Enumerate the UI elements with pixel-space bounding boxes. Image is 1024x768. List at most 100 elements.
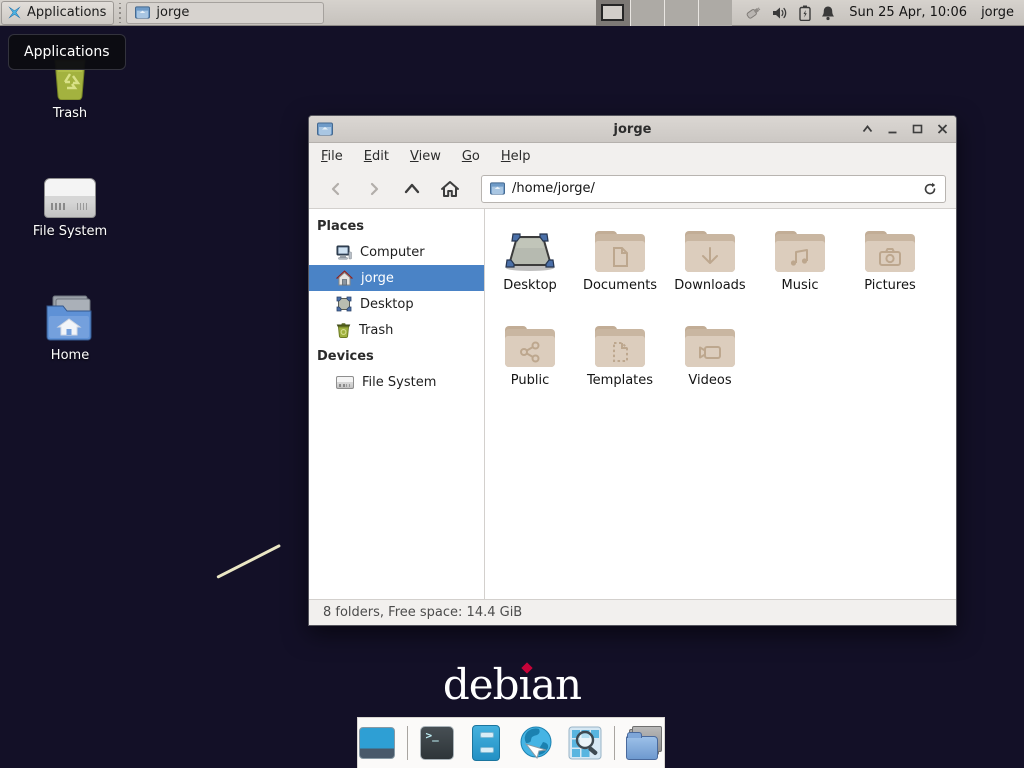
trash-icon bbox=[336, 322, 351, 338]
forward-button[interactable] bbox=[357, 174, 391, 204]
menu-go[interactable]: Go bbox=[462, 149, 480, 164]
workspace-switcher[interactable] bbox=[596, 0, 732, 26]
sidebar-section-places: Places bbox=[309, 213, 484, 239]
taskbar-window-button[interactable]: jorge bbox=[126, 2, 324, 24]
statusbar: 8 folders, Free space: 14.4 GiB bbox=[309, 599, 956, 625]
workspace-2[interactable] bbox=[630, 0, 664, 26]
menu-edit[interactable]: Edit bbox=[364, 149, 389, 164]
shade-button[interactable] bbox=[862, 124, 873, 134]
sidebar-item-desktop[interactable]: Desktop bbox=[309, 291, 484, 317]
desktop-icon-label: Home bbox=[51, 348, 89, 363]
dock-item-file-manager[interactable] bbox=[467, 723, 506, 763]
logo-text: deb bbox=[443, 660, 519, 709]
menu-help[interactable]: Help bbox=[501, 149, 531, 164]
applications-menu-label: Applications bbox=[27, 5, 106, 20]
workspace-1[interactable] bbox=[596, 0, 630, 26]
location-bar[interactable] bbox=[481, 175, 946, 203]
taskbar-window-label: jorge bbox=[156, 5, 189, 20]
logo-i: ı bbox=[519, 660, 531, 709]
notifications-icon[interactable] bbox=[821, 5, 835, 21]
window-icon bbox=[317, 122, 333, 136]
volume-icon[interactable] bbox=[772, 6, 789, 20]
minimize-button[interactable] bbox=[887, 124, 898, 134]
show-desktop-icon bbox=[359, 727, 395, 759]
dock-item-application-finder[interactable] bbox=[565, 723, 604, 763]
window-title: jorge bbox=[309, 122, 956, 137]
close-button[interactable] bbox=[937, 124, 948, 134]
statusbar-text: 8 folders, Free space: 14.4 GiB bbox=[323, 605, 522, 620]
folder-item-pictures[interactable]: Pictures bbox=[845, 223, 935, 318]
sidebar-item-label: Computer bbox=[360, 245, 425, 260]
network-icon[interactable] bbox=[744, 5, 762, 21]
system-tray bbox=[744, 5, 835, 21]
drive-icon bbox=[44, 162, 96, 218]
sidebar-item-file-system[interactable]: File System bbox=[309, 369, 484, 395]
desktop-icon-file-system[interactable]: File System bbox=[18, 162, 122, 239]
dock-separator bbox=[407, 726, 408, 760]
home-button[interactable] bbox=[433, 174, 467, 204]
folder-item-documents[interactable]: Documents bbox=[575, 223, 665, 318]
logo-text: an bbox=[531, 660, 581, 709]
folder-item-desktop[interactable]: Desktop bbox=[485, 223, 575, 318]
clock[interactable]: Sun 25 Apr, 10:06 bbox=[849, 5, 967, 20]
home-folder-icon bbox=[43, 286, 97, 342]
workspace-window-preview bbox=[601, 4, 624, 21]
sidebar-item-jorge[interactable]: jorge bbox=[309, 265, 484, 291]
music-notes-glyph bbox=[788, 245, 812, 269]
top-panel: Applications jorge Sun 25 Apr, 10:06 jor… bbox=[0, 0, 1024, 26]
sidebar-item-label: jorge bbox=[361, 271, 394, 286]
folder-label: Downloads bbox=[674, 278, 745, 293]
username[interactable]: jorge bbox=[981, 5, 1014, 20]
back-button[interactable] bbox=[319, 174, 353, 204]
dock: >_ bbox=[357, 717, 665, 768]
maximize-button[interactable] bbox=[912, 124, 923, 134]
workspace-3[interactable] bbox=[664, 0, 698, 26]
desktop-icon-home[interactable]: Home bbox=[18, 286, 122, 363]
folder-label: Desktop bbox=[503, 278, 557, 293]
dock-item-terminal[interactable]: >_ bbox=[418, 723, 457, 763]
folder-label: Documents bbox=[583, 278, 657, 293]
dock-item-web-browser[interactable] bbox=[516, 723, 555, 763]
folder-icon bbox=[684, 231, 736, 273]
dock-item-show-desktop[interactable] bbox=[358, 723, 397, 763]
cursor-trail-line bbox=[216, 544, 281, 579]
share-glyph bbox=[518, 340, 542, 364]
application-finder-icon bbox=[567, 725, 603, 761]
folder-item-videos[interactable]: Videos bbox=[665, 318, 755, 413]
battery-icon[interactable] bbox=[799, 5, 811, 21]
folder-icon bbox=[135, 6, 150, 19]
folder-item-templates[interactable]: Templates bbox=[575, 318, 665, 413]
folder-icon bbox=[684, 326, 736, 368]
desktop-icon-label: Trash bbox=[53, 106, 87, 121]
files-grid: Desktop Documents Downloads Music bbox=[485, 209, 956, 599]
desktop-icon-label: File System bbox=[33, 224, 107, 239]
path-input[interactable] bbox=[512, 181, 916, 196]
sidebar-item-label: Desktop bbox=[360, 297, 414, 312]
folder-label: Videos bbox=[688, 373, 731, 388]
up-button[interactable] bbox=[395, 174, 429, 204]
folder-item-music[interactable]: Music bbox=[755, 223, 845, 318]
applications-tooltip: Applications bbox=[8, 34, 126, 70]
panel-handle[interactable] bbox=[116, 3, 124, 23]
sidebar-item-label: File System bbox=[362, 375, 436, 390]
folder-icon bbox=[774, 231, 826, 273]
reload-icon[interactable] bbox=[923, 182, 937, 196]
sidebar-item-computer[interactable]: Computer bbox=[309, 239, 484, 265]
sidebar-item-trash[interactable]: Trash bbox=[309, 317, 484, 343]
folder-icon bbox=[594, 326, 646, 368]
sidebar: Places Computer jorge Desktop Trash Devi… bbox=[309, 209, 485, 599]
tooltip-text: Applications bbox=[24, 44, 110, 60]
dock-item-directory-menu[interactable] bbox=[625, 723, 664, 763]
menu-view[interactable]: View bbox=[410, 149, 441, 164]
titlebar[interactable]: jorge bbox=[309, 116, 956, 143]
desktop-icon bbox=[336, 296, 352, 312]
menu-file[interactable]: File bbox=[321, 149, 343, 164]
workspace-4[interactable] bbox=[698, 0, 732, 26]
file-manager-window: jorge File Edit View Go Help Places bbox=[308, 115, 957, 626]
applications-menu-button[interactable]: Applications bbox=[1, 1, 114, 25]
folder-item-public[interactable]: Public bbox=[485, 318, 575, 413]
dock-separator bbox=[614, 726, 615, 760]
terminal-icon: >_ bbox=[420, 726, 454, 760]
folder-label: Pictures bbox=[864, 278, 915, 293]
folder-item-downloads[interactable]: Downloads bbox=[665, 223, 755, 318]
